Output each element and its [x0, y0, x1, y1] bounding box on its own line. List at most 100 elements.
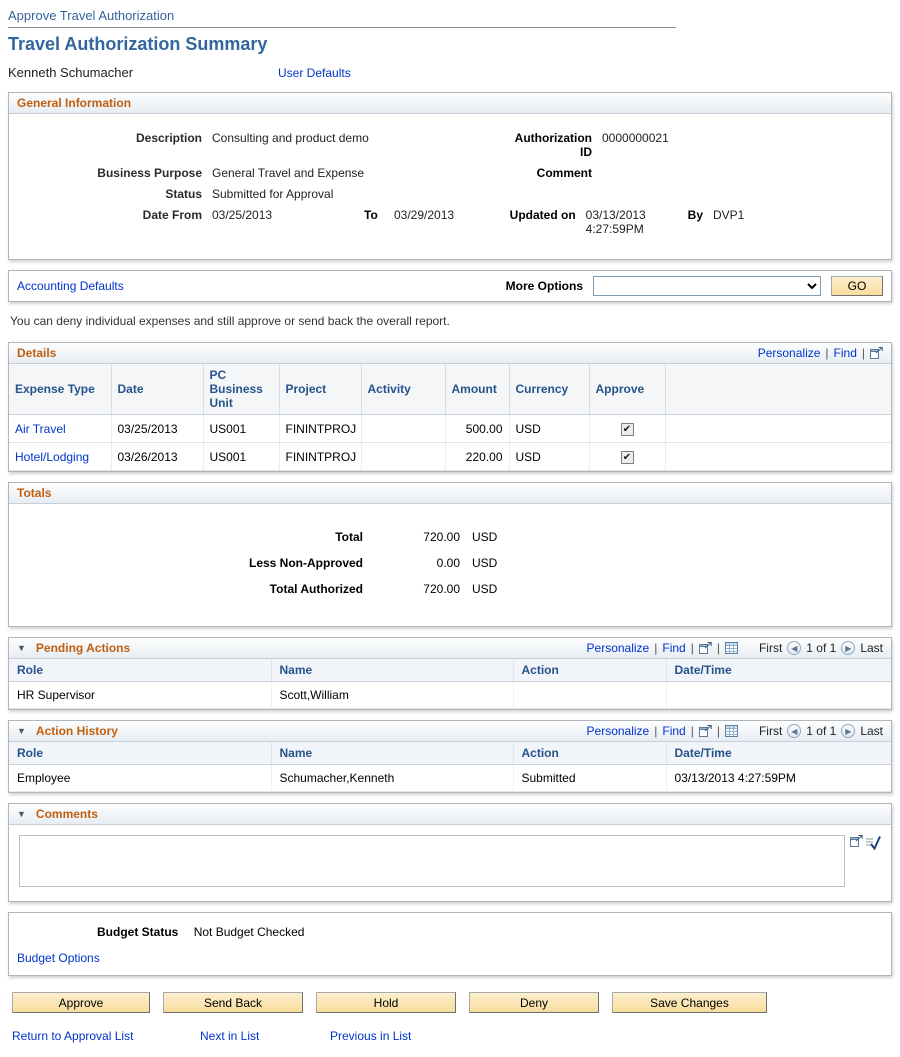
expense-activity — [361, 443, 445, 471]
expense-currency: USD — [509, 415, 589, 443]
pager-first-label: First — [759, 724, 782, 738]
total-label: Total — [17, 530, 377, 544]
download-grid-icon[interactable] — [725, 725, 738, 737]
authorization-id-value: 0000000021 — [602, 131, 669, 145]
previous-page-icon[interactable]: ◀ — [787, 724, 801, 738]
expense-pc-business-unit: US001 — [203, 443, 279, 471]
pending-role: HR Supervisor — [9, 682, 271, 709]
expense-type-link[interactable]: Air Travel — [15, 422, 66, 436]
business-purpose-label: Business Purpose — [17, 166, 212, 180]
less-non-approved-label: Less Non-Approved — [17, 556, 377, 570]
budget-section: Budget Status Not Budget Checked Budget … — [8, 912, 892, 976]
budget-status-value: Not Budget Checked — [194, 925, 305, 939]
column-header-role: Role — [9, 742, 271, 765]
collapse-icon[interactable]: ▼ — [17, 726, 26, 736]
details-personalize-link[interactable]: Personalize — [758, 346, 821, 360]
pending-personalize-link[interactable]: Personalize — [587, 641, 650, 655]
action-history-table: Role Name Action Date/Time Employee Schu… — [9, 742, 891, 792]
action-history-title: Action History — [36, 724, 118, 738]
comment-label: Comment — [502, 166, 602, 180]
date-from-value: 03/25/2013 — [212, 208, 364, 222]
pager-first-label: First — [759, 641, 782, 655]
column-header-name: Name — [271, 742, 513, 765]
totals-section: Totals Total 720.00 USD Less Non-Approve… — [8, 482, 892, 627]
accounting-defaults-link[interactable]: Accounting Defaults — [17, 279, 124, 293]
history-action: Submitted — [513, 765, 666, 792]
details-header: Details Personalize | Find | — [9, 343, 891, 364]
separator: | — [691, 641, 694, 655]
history-row: Employee Schumacher,Kenneth Submitted 03… — [9, 765, 891, 792]
expense-currency: USD — [509, 443, 589, 471]
hold-button[interactable]: Hold — [316, 992, 456, 1013]
expense-date: 03/26/2013 — [111, 443, 203, 471]
page-title: Travel Authorization Summary — [8, 34, 892, 55]
column-header-activity: Activity — [361, 364, 445, 415]
save-changes-button[interactable]: Save Changes — [612, 992, 767, 1013]
column-header-name: Name — [271, 659, 513, 682]
approve-checkbox[interactable]: ✔ — [621, 423, 634, 436]
return-to-approval-list-link[interactable]: Return to Approval List — [12, 1029, 200, 1043]
column-header-pc-business-unit: PC Business Unit — [203, 364, 279, 415]
next-page-icon[interactable]: ▶ — [841, 641, 855, 655]
collapse-icon[interactable]: ▼ — [17, 809, 26, 819]
download-grid-icon[interactable] — [725, 642, 738, 654]
details-find-link[interactable]: Find — [834, 346, 857, 360]
send-back-button[interactable]: Send Back — [163, 992, 303, 1013]
pending-name: Scott,William — [271, 682, 513, 709]
total-authorized-label: Total Authorized — [17, 582, 377, 596]
popup-window-icon[interactable] — [870, 347, 883, 359]
column-header-action: Action — [513, 742, 666, 765]
pending-find-link[interactable]: Find — [662, 641, 685, 655]
budget-body: Budget Status Not Budget Checked Budget … — [9, 913, 891, 975]
pending-datetime — [666, 682, 891, 709]
pending-actions-header: ▼ Pending Actions Personalize | Find | |… — [9, 638, 891, 659]
separator: | — [717, 641, 720, 655]
popup-window-icon[interactable] — [850, 835, 863, 847]
more-options-label: More Options — [506, 279, 583, 293]
status-label: Status — [17, 187, 212, 201]
column-header-action: Action — [513, 659, 666, 682]
pending-action-row: HR Supervisor Scott,William — [9, 682, 891, 709]
expense-type-link[interactable]: Hotel/Lodging — [15, 450, 89, 464]
budget-options-link[interactable]: Budget Options — [17, 951, 100, 965]
next-in-list-link[interactable]: Next in List — [200, 1029, 330, 1043]
history-role: Employee — [9, 765, 271, 792]
history-personalize-link[interactable]: Personalize — [587, 724, 650, 738]
expense-date: 03/25/2013 — [111, 415, 203, 443]
instruction-text: You can deny individual expenses and sti… — [10, 314, 890, 328]
previous-page-icon[interactable]: ◀ — [787, 641, 801, 655]
go-button[interactable]: GO — [831, 276, 883, 296]
column-header-datetime: Date/Time — [666, 742, 891, 765]
deny-button[interactable]: Deny — [469, 992, 599, 1013]
approve-button[interactable]: Approve — [12, 992, 150, 1013]
total-authorized-currency: USD — [460, 582, 497, 596]
totals-body: Total 720.00 USD Less Non-Approved 0.00 … — [9, 504, 891, 626]
comments-textarea[interactable] — [19, 835, 845, 887]
column-header-approve: Approve — [589, 364, 665, 415]
details-title: Details — [17, 346, 56, 360]
spellcheck-icon[interactable] — [865, 835, 881, 850]
column-header-amount: Amount — [445, 364, 509, 415]
description-value: Consulting and product demo — [212, 131, 502, 145]
column-header-project: Project — [279, 364, 361, 415]
more-options-select[interactable] — [593, 276, 821, 296]
popup-window-icon[interactable] — [699, 725, 712, 737]
user-defaults-link[interactable]: User Defaults — [278, 66, 351, 80]
total-amount: 720.00 — [377, 530, 460, 544]
history-find-link[interactable]: Find — [662, 724, 685, 738]
previous-in-list-link[interactable]: Previous in List — [330, 1029, 411, 1043]
breadcrumb[interactable]: Approve Travel Authorization — [8, 8, 174, 23]
less-non-approved-amount: 0.00 — [377, 556, 460, 570]
budget-status-label: Budget Status — [97, 925, 190, 939]
separator: | — [717, 724, 720, 738]
next-page-icon[interactable]: ▶ — [841, 724, 855, 738]
expense-row: Hotel/Lodging 03/26/2013 US001 FININTPRO… — [9, 443, 891, 471]
collapse-icon[interactable]: ▼ — [17, 643, 26, 653]
history-name: Schumacher,Kenneth — [271, 765, 513, 792]
authorization-id-label: Authorization ID — [502, 131, 602, 159]
comments-title: Comments — [36, 807, 98, 821]
popup-window-icon[interactable] — [699, 642, 712, 654]
total-authorized-amount: 720.00 — [377, 582, 460, 596]
approve-checkbox[interactable]: ✔ — [621, 451, 634, 464]
expense-row: Air Travel 03/25/2013 US001 FININTPROJ 5… — [9, 415, 891, 443]
